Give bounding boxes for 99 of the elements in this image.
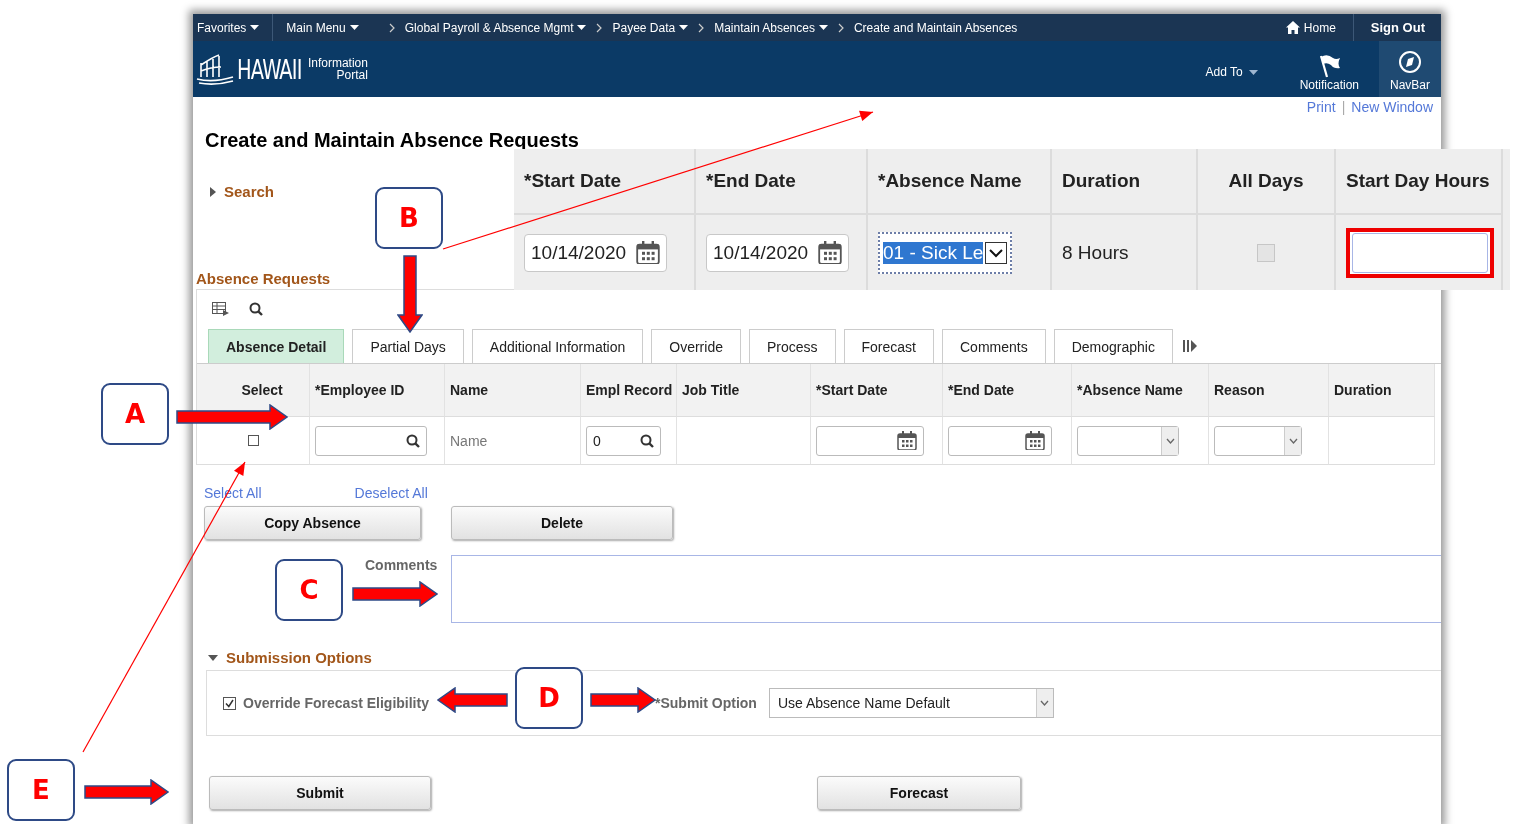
- submission-options-toggle[interactable]: Submission Options: [208, 649, 1441, 666]
- home-icon: [1285, 21, 1300, 34]
- column-header: All Days: [1198, 149, 1336, 215]
- tab-scroll-icon[interactable]: [1182, 339, 1197, 352]
- column-header: Reason: [1209, 364, 1329, 417]
- checkbox-label: Override Forecast Eligibility: [243, 695, 429, 711]
- tab[interactable]: Demographic: [1053, 329, 1173, 363]
- logo-subtitle: Information: [307, 57, 368, 69]
- calendar-icon[interactable]: [818, 241, 843, 264]
- search-icon[interactable]: [406, 433, 420, 448]
- column-header: Duration: [1052, 149, 1198, 215]
- action-button[interactable]: Delete: [451, 506, 673, 540]
- grid-title: Absence Requests: [196, 270, 331, 287]
- flag-icon: [1317, 54, 1342, 78]
- column-header: Job Title: [677, 364, 811, 417]
- date-field[interactable]: 10/14/2020: [706, 233, 850, 272]
- grid-settings-icon[interactable]: [212, 302, 229, 316]
- tab[interactable]: Additional Information: [471, 329, 644, 363]
- comments-field[interactable]: [451, 555, 1441, 623]
- column-header: *End Date: [943, 364, 1072, 417]
- callout-label: A: [101, 383, 169, 445]
- chevron-icon: [596, 22, 603, 33]
- tab[interactable]: Partial Days: [352, 329, 464, 363]
- callout-label: D: [515, 667, 583, 729]
- column-header: Name: [445, 364, 581, 417]
- search-section-toggle[interactable]: Search: [210, 183, 275, 200]
- canoe-sail-icon: [195, 53, 235, 85]
- input-field[interactable]: [816, 425, 924, 456]
- main-menu[interactable]: Main Menu: [282, 20, 363, 35]
- chevron-icon: [698, 22, 705, 33]
- calendar-icon[interactable]: [897, 431, 917, 450]
- chevron-icon: [837, 22, 844, 33]
- navbar-button[interactable]: NavBar: [1379, 41, 1441, 97]
- input-field[interactable]: [315, 425, 427, 456]
- block-arrow: [590, 687, 656, 713]
- breadcrumb-link[interactable]: Maintain Absences: [710, 20, 832, 35]
- callout-label: B: [375, 187, 443, 249]
- row-checkbox[interactable]: [247, 435, 259, 446]
- chevron-down-icon: [1288, 437, 1298, 444]
- action-button[interactable]: Submit: [209, 776, 431, 810]
- callout-label: C: [275, 559, 343, 621]
- tab[interactable]: Process: [748, 329, 836, 363]
- checkmark-icon: [225, 698, 234, 708]
- column-header: *Start Date: [811, 364, 943, 417]
- caret-icon: [1248, 69, 1258, 75]
- chevron-icon: [388, 22, 395, 33]
- link-separator: |: [1341, 99, 1346, 117]
- notification-button[interactable]: Notification: [1293, 41, 1365, 97]
- comments-label: Comments: [365, 556, 438, 573]
- column-header: *Absence Name: [1072, 364, 1209, 417]
- caret-icon: [349, 25, 359, 30]
- logo-text: HAWAII: [237, 53, 302, 85]
- favorites-menu[interactable]: Favorites: [193, 20, 264, 35]
- duration-value: 8 Hours: [1052, 215, 1198, 290]
- column-header: Duration: [1329, 364, 1435, 417]
- search-icon[interactable]: [249, 302, 263, 316]
- start-day-hours-field[interactable]: [1352, 232, 1488, 273]
- compass-icon: [1398, 50, 1422, 74]
- chevron-down-icon: [985, 241, 1008, 264]
- absence-name-dropdown[interactable]: 01 - Sick Le: [878, 231, 1013, 274]
- page-link[interactable]: New Window: [1351, 99, 1433, 119]
- select-link[interactable]: Deselect All: [354, 485, 428, 501]
- home-link[interactable]: Home: [1281, 20, 1340, 35]
- tab[interactable]: Forecast: [843, 329, 934, 363]
- column-header: Empl Record: [581, 364, 677, 417]
- sign-out-link[interactable]: Sign Out: [1366, 20, 1429, 35]
- breadcrumb-link[interactable]: Payee Data: [608, 20, 693, 35]
- dropdown-field[interactable]: [1077, 425, 1179, 456]
- date-field[interactable]: 10/14/2020: [524, 233, 668, 272]
- column-header: *Employee ID: [310, 364, 445, 417]
- tab[interactable]: Comments: [942, 329, 1046, 363]
- submit-option-dropdown[interactable]: Use Absence Name Default: [768, 688, 1054, 718]
- override-checkbox[interactable]: [223, 696, 236, 710]
- action-button[interactable]: Copy Absence: [204, 506, 421, 540]
- action-button[interactable]: Forecast: [817, 776, 1021, 810]
- search-icon[interactable]: [640, 433, 654, 448]
- column-header: Start Day Hours: [1336, 149, 1503, 215]
- input-field[interactable]: 0: [586, 425, 661, 456]
- field-label: *Submit Option: [655, 695, 757, 711]
- callout-label: E: [7, 759, 75, 821]
- chevron-down-icon: [1040, 700, 1050, 706]
- logo-subtitle: Portal: [336, 69, 368, 81]
- tab[interactable]: Absence Detail: [208, 329, 345, 363]
- calendar-icon[interactable]: [1025, 431, 1045, 450]
- add-to-menu[interactable]: Add To: [1199, 64, 1264, 80]
- input-field[interactable]: [948, 425, 1052, 456]
- caret-icon: [250, 25, 260, 30]
- tab[interactable]: Override: [651, 329, 741, 363]
- column-header: *End Date: [696, 149, 868, 215]
- column-header: *Absence Name: [868, 149, 1052, 215]
- calendar-icon[interactable]: [636, 241, 661, 264]
- page-link[interactable]: Print: [1306, 99, 1336, 119]
- dropdown-field[interactable]: [1214, 425, 1302, 456]
- column-header: *Start Date: [514, 149, 696, 215]
- name-field[interactable]: Name: [450, 432, 488, 449]
- breadcrumb-link[interactable]: Create and Maintain Absences: [849, 20, 1022, 35]
- block-arrow: [437, 687, 508, 713]
- chevron-down-icon: [1165, 437, 1175, 444]
- breadcrumb-link[interactable]: Global Payroll & Absence Mgmt: [400, 20, 591, 35]
